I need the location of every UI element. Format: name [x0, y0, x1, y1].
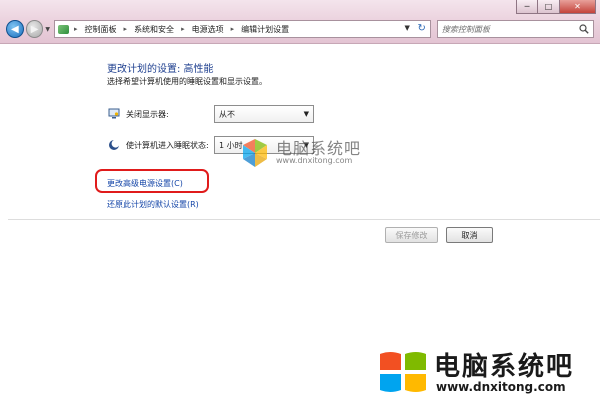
address-dropdown-icon[interactable]: ▼: [404, 24, 409, 32]
watermark-name-large: 电脑系统吧: [434, 352, 575, 382]
chevron-down-icon[interactable]: ▼: [304, 110, 309, 118]
navigation-bar: ◀ ▶ ▼ ▸ 控制面板 ▸ 系统和安全 ▸ 电源选项 ▸ 编辑计划设置 ▼ ↻: [6, 18, 595, 40]
watermark-logo-large: 电脑系统吧 www.dnxitong.com: [378, 344, 598, 400]
advanced-power-settings-link[interactable]: 更改高级电源设置(C): [107, 178, 183, 189]
search-input[interactable]: [441, 24, 580, 34]
breadcrumb-system-security[interactable]: 系统和安全: [134, 24, 174, 35]
search-icon[interactable]: [579, 24, 589, 34]
watermark-url-large: www.dnxitong.com: [436, 380, 566, 394]
watermark-logo: 电脑系统吧 www.dnxitong.com: [238, 134, 378, 174]
page-description: 选择希望计算机使用的睡眠设置和显示设置。: [107, 77, 267, 86]
cancel-button[interactable]: 取消: [446, 227, 493, 243]
chevron-right-icon[interactable]: ▸: [74, 25, 78, 33]
display-off-dropdown[interactable]: 从不 ▼: [214, 105, 314, 123]
display-off-setting: 关闭显示器:: [108, 105, 169, 123]
windows-logo-icon: [380, 352, 426, 392]
display-off-value: 从不: [219, 109, 235, 119]
monitor-icon: [108, 108, 120, 119]
breadcrumb-control-panel[interactable]: 控制面板: [85, 24, 117, 35]
recent-pages-dropdown-icon[interactable]: ▼: [45, 26, 50, 33]
minimize-button[interactable]: ─: [516, 0, 538, 14]
page-title: 更改计划的设置: 高性能: [107, 64, 214, 75]
title-bar: ─ □ ✕ ◀ ▶ ▼ ▸ 控制面板 ▸ 系统和安全 ▸ 电源选项 ▸ 编辑计划…: [0, 0, 600, 44]
breadcrumb-edit-plan-settings[interactable]: 编辑计划设置: [241, 24, 289, 35]
forward-button[interactable]: ▶: [25, 20, 44, 38]
restore-defaults-link[interactable]: 还原此计划的默认设置(R): [107, 199, 199, 210]
sleep-label: 使计算机进入睡眠状态:: [126, 140, 209, 150]
divider: [8, 219, 600, 220]
display-off-label: 关闭显示器:: [126, 109, 169, 119]
refresh-icon[interactable]: ↻: [417, 23, 425, 34]
chevron-right-icon[interactable]: ▸: [231, 25, 235, 33]
watermark-url: www.dnxitong.com: [276, 156, 353, 165]
chevron-right-icon[interactable]: ▸: [181, 25, 185, 33]
back-button[interactable]: ◀: [6, 20, 24, 38]
window-controls: ─ □ ✕: [516, 0, 596, 14]
save-changes-button[interactable]: 保存修改: [385, 227, 438, 243]
moon-icon: [109, 139, 120, 150]
address-bar[interactable]: ▸ 控制面板 ▸ 系统和安全 ▸ 电源选项 ▸ 编辑计划设置 ▼ ↻: [54, 20, 431, 38]
breadcrumb-power-options[interactable]: 电源选项: [192, 24, 224, 35]
maximize-button[interactable]: □: [538, 0, 560, 14]
chevron-right-icon[interactable]: ▸: [124, 25, 128, 33]
windows-logo-icon: [243, 139, 267, 167]
sleep-setting: 使计算机进入睡眠状态:: [108, 136, 209, 154]
close-button[interactable]: ✕: [560, 0, 596, 14]
control-panel-icon: [58, 24, 70, 34]
search-box[interactable]: [436, 20, 595, 38]
